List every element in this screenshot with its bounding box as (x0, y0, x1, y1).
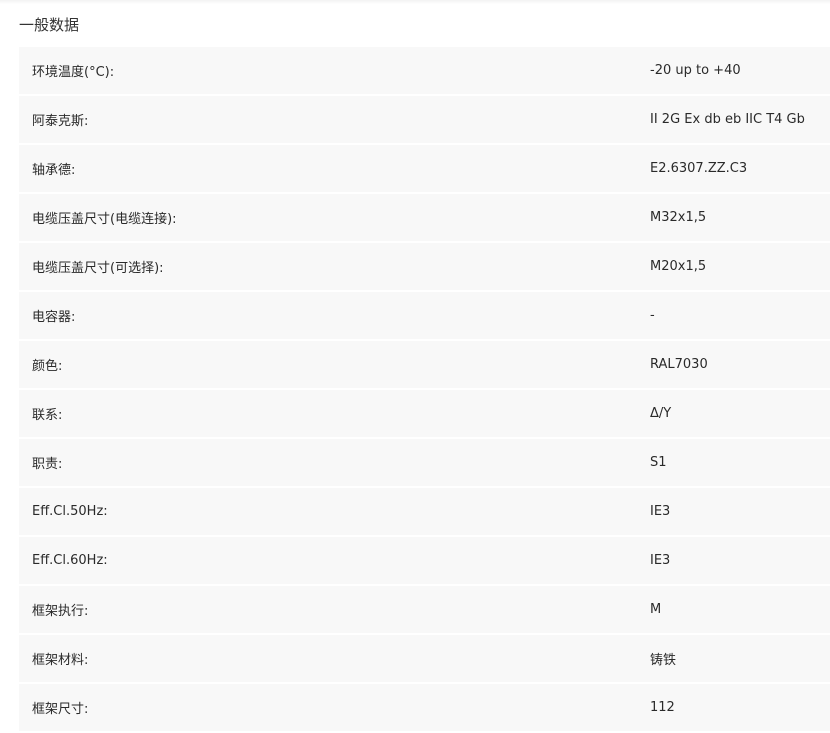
table-row: Eff.Cl.50Hz: IE3 (19, 488, 830, 537)
table-row: 框架材料: 铸铁 (19, 635, 830, 684)
spec-value: IE3 (641, 537, 830, 586)
spec-label: Eff.Cl.50Hz: (19, 488, 641, 537)
spec-value: 112 (641, 684, 830, 733)
spec-value: II 2G Ex db eb IIC T4 Gb (641, 96, 830, 145)
spec-value: M (641, 586, 830, 635)
section-title: 一般数据 (19, 16, 80, 34)
spec-value: M20x1,5 (641, 243, 830, 292)
table-row: 职责: S1 (19, 439, 830, 488)
spec-label: 职责: (19, 439, 641, 488)
spec-label: 电缆压盖尺寸(电缆连接): (19, 194, 641, 243)
spec-label: 阿泰克斯: (19, 96, 641, 145)
table-row: Eff.Cl.60Hz: IE3 (19, 537, 830, 586)
spec-value: M32x1,5 (641, 194, 830, 243)
spec-label: 电容器: (19, 292, 641, 341)
top-divider (0, 0, 830, 4)
spec-value: 铸铁 (641, 635, 830, 684)
spec-label: 颜色: (19, 341, 641, 390)
spec-value: E2.6307.ZZ.C3 (641, 145, 830, 194)
spec-value: - (641, 292, 830, 341)
spec-value: S1 (641, 439, 830, 488)
table-row: 轴承德: E2.6307.ZZ.C3 (19, 145, 830, 194)
table-row: 框架执行: M (19, 586, 830, 635)
spec-value: RAL7030 (641, 341, 830, 390)
spec-value: IE3 (641, 488, 830, 537)
table-row: 电缆压盖尺寸(电缆连接): M32x1,5 (19, 194, 830, 243)
spec-label: 框架尺寸: (19, 684, 641, 733)
spec-label: Eff.Cl.60Hz: (19, 537, 641, 586)
spec-label: 轴承德: (19, 145, 641, 194)
spec-value: Δ/Y (641, 390, 830, 439)
table-row: 环境温度(°C): -20 up to +40 (19, 47, 830, 96)
table-row: 电缆压盖尺寸(可选择): M20x1,5 (19, 243, 830, 292)
spec-label: 环境温度(°C): (19, 47, 641, 96)
spec-label: 框架执行: (19, 586, 641, 635)
table-row: 框架尺寸: 112 (19, 684, 830, 733)
spec-label: 电缆压盖尺寸(可选择): (19, 243, 641, 292)
spec-label: 联系: (19, 390, 641, 439)
table-row: 联系: Δ/Y (19, 390, 830, 439)
spec-table: 环境温度(°C): -20 up to +40 阿泰克斯: II 2G Ex d… (19, 47, 830, 733)
spec-value: -20 up to +40 (641, 47, 830, 96)
table-row: 电容器: - (19, 292, 830, 341)
spec-label: 框架材料: (19, 635, 641, 684)
table-row: 颜色: RAL7030 (19, 341, 830, 390)
table-row: 阿泰克斯: II 2G Ex db eb IIC T4 Gb (19, 96, 830, 145)
